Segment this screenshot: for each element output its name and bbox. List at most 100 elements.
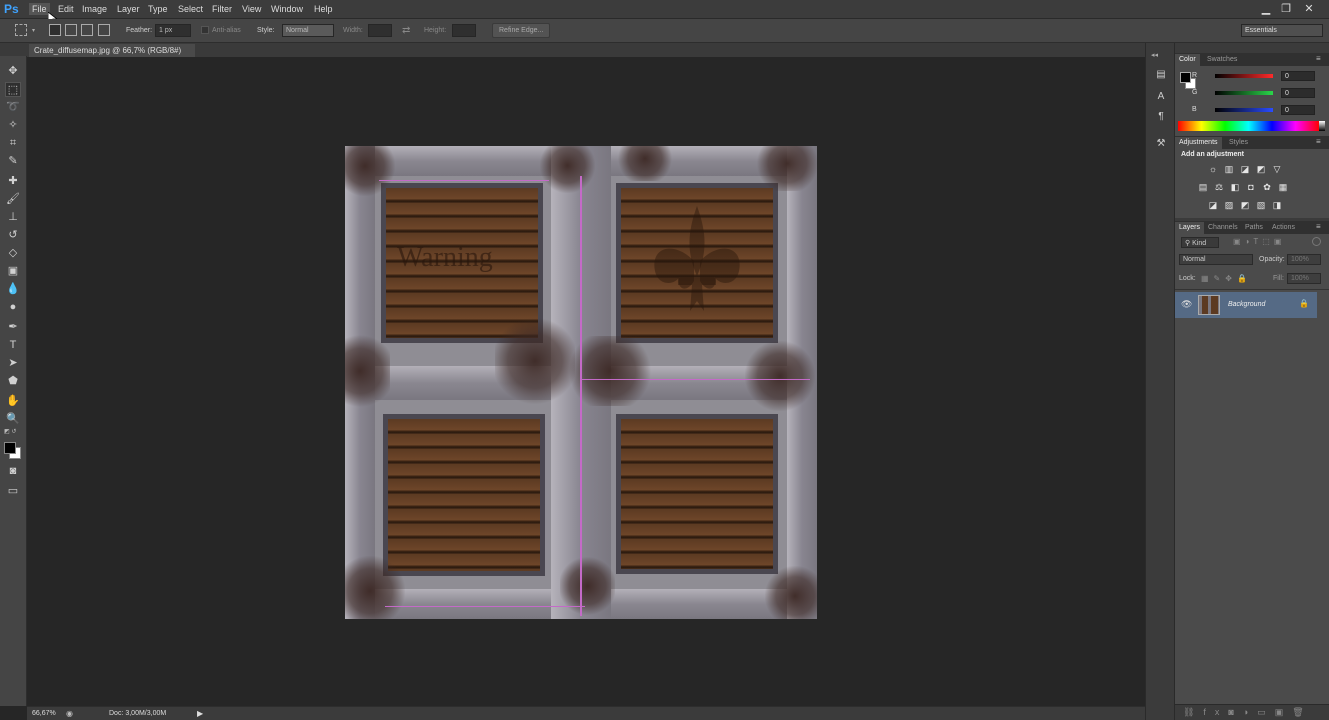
- menu-window[interactable]: Window: [268, 3, 306, 15]
- style-select[interactable]: Normal: [282, 24, 334, 37]
- opacity-input[interactable]: 100%: [1287, 254, 1321, 265]
- width-input[interactable]: [368, 24, 392, 37]
- tool-presets-icon[interactable]: ⚒: [1154, 137, 1168, 150]
- color-lookup-icon[interactable]: ▦: [1277, 182, 1289, 193]
- history-panel-icon[interactable]: ▤: [1154, 68, 1168, 81]
- anti-alias-checkbox[interactable]: [201, 26, 209, 34]
- visibility-eye-icon[interactable]: 👁: [1181, 299, 1192, 310]
- menu-select[interactable]: Select: [175, 3, 206, 15]
- swap-icon[interactable]: ⇄: [402, 25, 410, 36]
- tab-paths[interactable]: Paths: [1241, 222, 1267, 234]
- vibrance-icon[interactable]: ▽: [1271, 164, 1283, 175]
- foreground-color-swatch[interactable]: [4, 442, 16, 454]
- lasso-tool-icon[interactable]: ➰: [5, 100, 21, 115]
- crop-tool-icon[interactable]: ⌗: [5, 136, 21, 151]
- posterize-icon[interactable]: ▨: [1223, 200, 1235, 211]
- menu-edit[interactable]: Edit: [55, 3, 77, 15]
- color-spectrum-bar[interactable]: [1178, 121, 1319, 131]
- tab-styles[interactable]: Styles: [1225, 137, 1252, 149]
- tab-actions[interactable]: Actions: [1268, 222, 1299, 234]
- workspace-select[interactable]: Essentials: [1241, 24, 1323, 37]
- pen-tool-icon[interactable]: ✒: [5, 320, 21, 335]
- menu-image[interactable]: Image: [79, 3, 110, 15]
- layers-footer-icons[interactable]: ⛓fx◙◑▭▣🗑: [1183, 707, 1313, 718]
- layer-name[interactable]: Background: [1228, 301, 1265, 308]
- new-selection-icon[interactable]: [49, 24, 61, 36]
- menu-filter[interactable]: Filter: [209, 3, 235, 15]
- menu-type[interactable]: Type: [145, 3, 171, 15]
- tab-adjustments[interactable]: Adjustments: [1175, 137, 1222, 149]
- color-fg-swatch[interactable]: [1180, 72, 1191, 83]
- preset-dropdown-icon[interactable]: ▾: [32, 27, 35, 34]
- hue-saturation-icon[interactable]: ▤: [1197, 182, 1209, 193]
- layer-row-background[interactable]: 👁 Background 🔒: [1175, 292, 1317, 318]
- blue-slider[interactable]: [1215, 108, 1273, 112]
- layer-kind-filter[interactable]: ⚲ Kind: [1181, 237, 1219, 248]
- levels-icon[interactable]: ▥: [1223, 164, 1235, 175]
- default-colors-icon[interactable]: ◩ ↺: [4, 428, 16, 435]
- height-input[interactable]: [452, 24, 476, 37]
- brush-tool-icon[interactable]: 🖌: [5, 192, 21, 207]
- healing-brush-icon[interactable]: ✚: [5, 174, 21, 189]
- curves-icon[interactable]: ◪: [1239, 164, 1251, 175]
- photo-filter-icon[interactable]: ◘: [1245, 182, 1257, 193]
- subtract-selection-icon[interactable]: [81, 24, 93, 36]
- filter-toggle-icon[interactable]: [1312, 237, 1321, 246]
- move-tool-icon[interactable]: ✥: [5, 64, 21, 79]
- close-window-icon[interactable]: ✕: [1299, 1, 1319, 17]
- eyedropper-tool-icon[interactable]: ✎: [5, 154, 21, 169]
- minimize-icon[interactable]: ▁: [1256, 1, 1276, 17]
- paragraph-panel-icon[interactable]: ¶: [1154, 110, 1168, 123]
- status-menu-arrow-icon[interactable]: ▶: [197, 709, 203, 718]
- marquee-tool-icon[interactable]: ⬚: [5, 82, 21, 97]
- document-canvas[interactable]: Warning: [345, 146, 817, 619]
- invert-icon[interactable]: ◪: [1207, 200, 1219, 211]
- panel-menu-icon[interactable]: ≡: [1316, 222, 1321, 231]
- shape-tool-icon[interactable]: ⬟: [5, 374, 21, 389]
- blue-value[interactable]: 0: [1281, 105, 1315, 115]
- green-value[interactable]: 0: [1281, 88, 1315, 98]
- intersect-selection-icon[interactable]: [98, 24, 110, 36]
- eraser-tool-icon[interactable]: ◇: [5, 246, 21, 261]
- panel-menu-icon[interactable]: ≡: [1316, 137, 1321, 146]
- tab-swatches[interactable]: Swatches: [1203, 54, 1241, 66]
- tab-channels[interactable]: Channels: [1204, 222, 1242, 234]
- menu-layer[interactable]: Layer: [114, 3, 143, 15]
- gradient-tool-icon[interactable]: ▣: [5, 264, 21, 279]
- channel-mixer-icon[interactable]: ✿: [1261, 182, 1273, 193]
- exposure-icon[interactable]: ◩: [1255, 164, 1267, 175]
- refine-edge-button[interactable]: Refine Edge...: [492, 23, 551, 38]
- quick-mask-icon[interactable]: ◙: [5, 464, 21, 479]
- black-white-icon[interactable]: ◧: [1229, 182, 1241, 193]
- add-selection-icon[interactable]: [65, 24, 77, 36]
- tab-layers[interactable]: Layers: [1175, 222, 1205, 234]
- collapse-icon[interactable]: ◂◂: [1151, 51, 1158, 59]
- character-panel-icon[interactable]: A: [1154, 90, 1168, 103]
- layer-filter-icons[interactable]: ▣◑T⬚▣: [1233, 237, 1285, 246]
- marquee-preset-icon[interactable]: [15, 24, 27, 36]
- red-value[interactable]: 0: [1281, 71, 1315, 81]
- selective-color-icon[interactable]: ◨: [1271, 200, 1283, 211]
- type-tool-icon[interactable]: T: [5, 338, 21, 353]
- menu-file[interactable]: File: [29, 3, 50, 15]
- green-slider[interactable]: [1215, 91, 1273, 95]
- color-balance-icon[interactable]: ⚖: [1213, 182, 1225, 193]
- history-brush-icon[interactable]: ↺: [5, 228, 21, 243]
- panel-menu-icon[interactable]: ≡: [1316, 54, 1321, 63]
- red-slider[interactable]: [1215, 74, 1273, 78]
- blur-tool-icon[interactable]: 💧: [5, 282, 21, 297]
- zoom-tool-icon[interactable]: 🔍: [5, 412, 21, 427]
- restore-icon[interactable]: ❐: [1276, 1, 1296, 17]
- hand-tool-icon[interactable]: ✋: [5, 394, 21, 409]
- lock-options-icons[interactable]: ▦✎✥🔒: [1201, 274, 1252, 283]
- feather-input[interactable]: 1 px: [155, 24, 191, 37]
- status-info-icon[interactable]: ◉: [66, 709, 73, 718]
- fill-input[interactable]: 100%: [1287, 273, 1321, 284]
- bw-ramp[interactable]: [1319, 121, 1325, 131]
- menu-view[interactable]: View: [239, 3, 264, 15]
- menu-help[interactable]: Help: [311, 3, 336, 15]
- gradient-map-icon[interactable]: ▧: [1255, 200, 1267, 211]
- threshold-icon[interactable]: ◩: [1239, 200, 1251, 211]
- dodge-tool-icon[interactable]: ●: [5, 300, 21, 315]
- tab-color[interactable]: Color: [1175, 54, 1200, 66]
